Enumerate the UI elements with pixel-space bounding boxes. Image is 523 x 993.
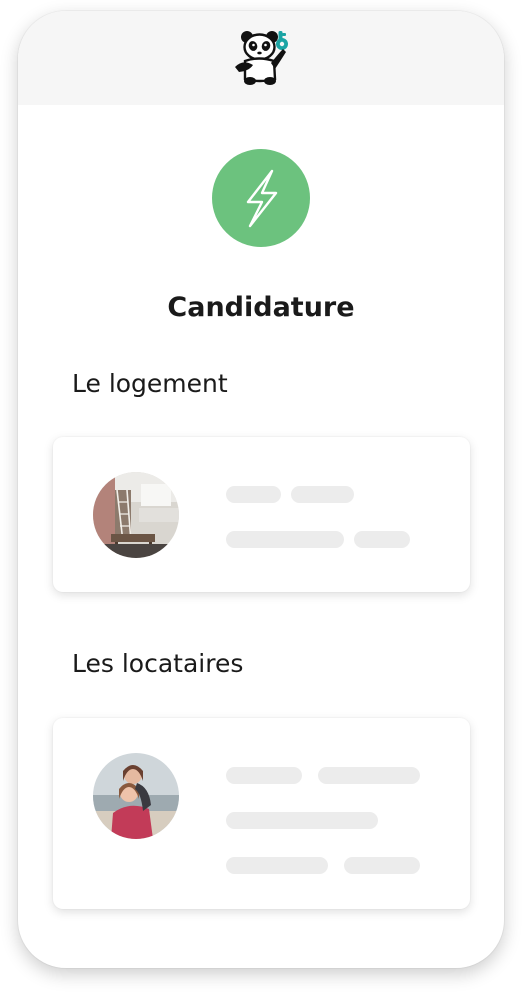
page-title: Candidature xyxy=(167,292,355,323)
app-header xyxy=(18,11,504,105)
skeleton-line xyxy=(226,812,378,829)
section-title-logement: Le logement xyxy=(72,369,228,398)
skeleton-line xyxy=(226,531,344,548)
tenants-photo xyxy=(93,753,179,839)
skeleton-line xyxy=(318,767,420,784)
skeleton-line xyxy=(226,486,281,503)
section-title-locataires: Les locataires xyxy=(72,649,244,678)
skeleton-line xyxy=(226,767,302,784)
lightning-bolt-icon xyxy=(212,149,310,247)
housing-card[interactable] xyxy=(53,437,470,592)
skeleton-line xyxy=(226,857,328,874)
phone-frame: Candidature Le logement Les locataires xyxy=(18,11,504,968)
tenants-card[interactable] xyxy=(53,718,470,909)
skeleton-line xyxy=(354,531,410,548)
panda-logo-icon[interactable] xyxy=(231,27,293,87)
skeleton-line xyxy=(344,857,420,874)
apartment-photo xyxy=(93,472,179,558)
skeleton-line xyxy=(291,486,354,503)
